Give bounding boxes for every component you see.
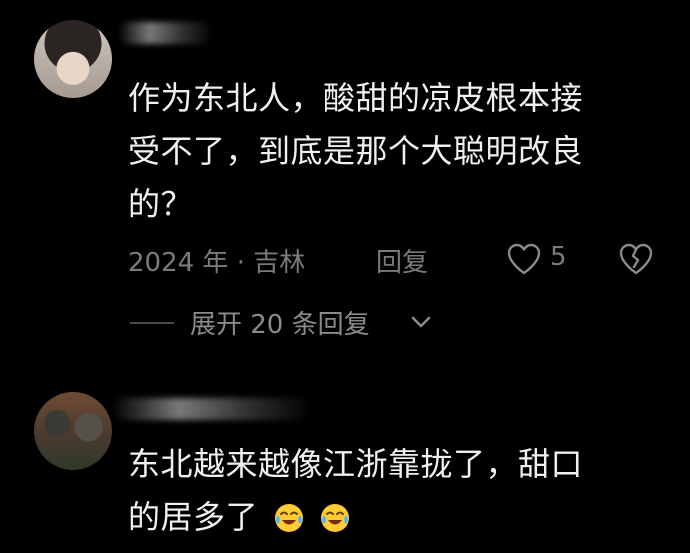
- comment-text-line: 受不了，到底是那个大聪明改良: [128, 132, 584, 170]
- expand-replies-label: 展开 20 条回复: [190, 310, 370, 340]
- broken-heart-icon[interactable]: [618, 242, 654, 276]
- avatar[interactable]: [34, 20, 112, 98]
- comment-text-segment: 的居多了: [128, 498, 259, 536]
- avatar[interactable]: [34, 392, 112, 470]
- comment-text-line-with-emoji: 的居多了: [128, 491, 648, 544]
- like-count: 5: [550, 242, 567, 272]
- reply-button[interactable]: 回复: [376, 242, 428, 279]
- comment-text: 东北越来越像江浙靠拢了，甜口 的居多了: [128, 438, 648, 544]
- crying-laughing-emoji-icon: [274, 504, 303, 532]
- crying-laughing-emoji-icon: [321, 504, 350, 532]
- username-blurred[interactable]: [112, 398, 312, 420]
- comment-text-line: 作为东北人，酸甜的凉皮根本接: [128, 79, 584, 117]
- comment-item: 东北越来越像江浙靠拢了，甜口 的居多了: [0, 380, 690, 553]
- comment-item: 作为东北人，酸甜的凉皮根本接 受不了，到底是那个大聪明改良 的？ 2024 年 …: [0, 0, 690, 380]
- comment-text-line: 的？: [128, 185, 194, 223]
- comment-text-line: 东北越来越像江浙靠拢了，甜口: [128, 445, 584, 483]
- comment-text: 作为东北人，酸甜的凉皮根本接 受不了，到底是那个大聪明改良 的？: [128, 72, 648, 231]
- date-location: 2024 年 · 吉林: [128, 248, 306, 278]
- heart-icon: [507, 243, 541, 275]
- username-blurred[interactable]: [118, 22, 213, 44]
- divider: [130, 322, 174, 324]
- chevron-down-icon: [411, 316, 431, 328]
- comment-meta: 2024 年 · 吉林 回复 5: [128, 240, 658, 280]
